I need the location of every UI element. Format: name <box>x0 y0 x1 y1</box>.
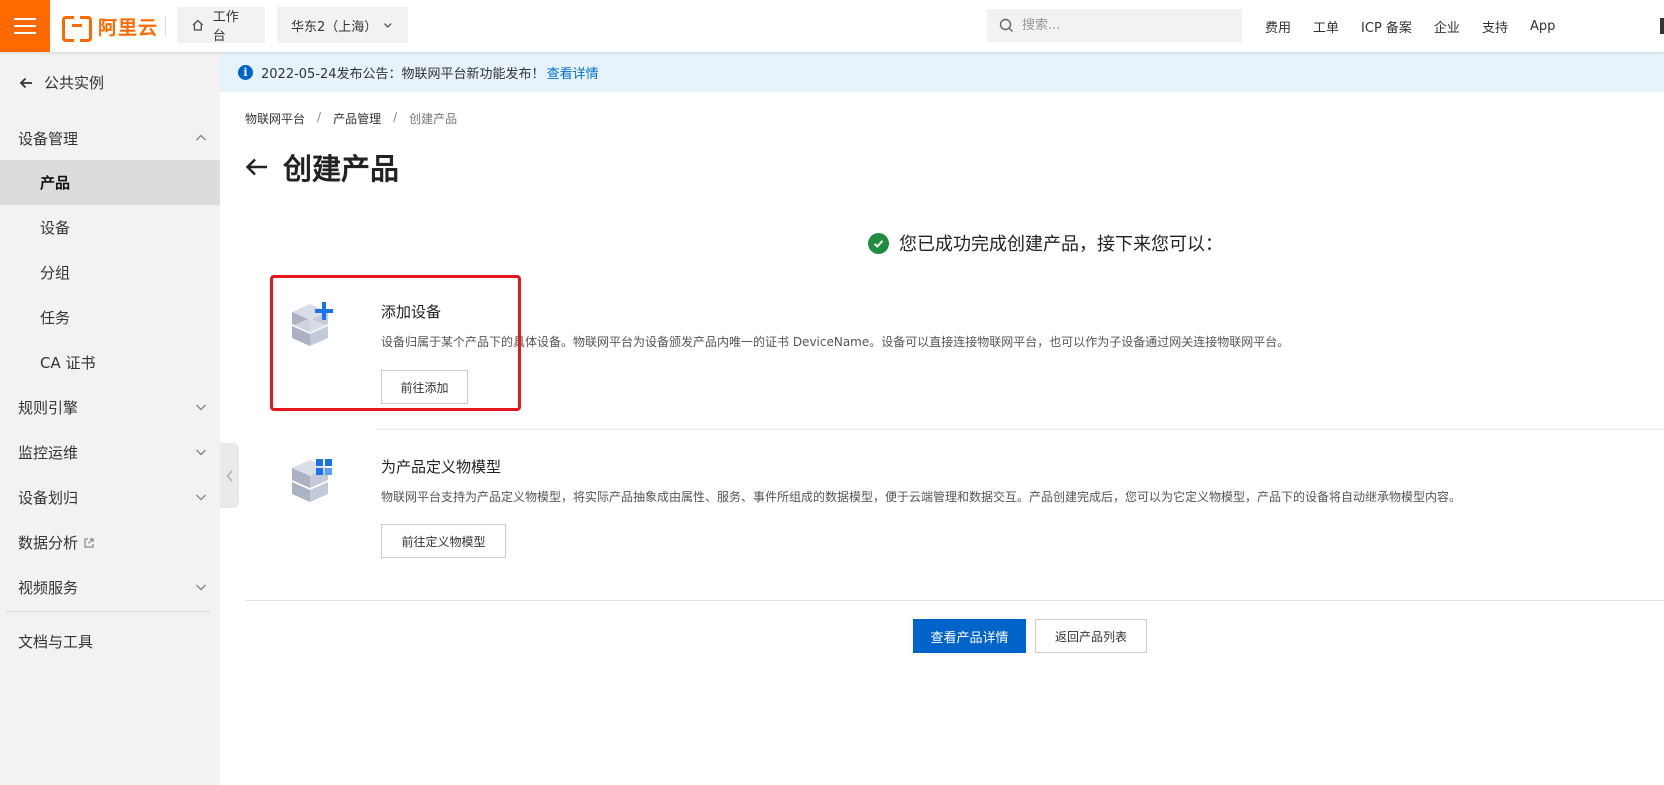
chevron-left-icon <box>226 470 233 481</box>
sidebar-item-label: 分组 <box>40 264 71 282</box>
card-divider <box>376 429 1664 430</box>
sidebar-item-label: CA 证书 <box>40 354 96 372</box>
top-bar: 阿里云 工作台 华东2（上海） 费用 工单 ICP 备案 企业 支持 App <box>0 0 1664 52</box>
search-input[interactable] <box>1022 18 1222 33</box>
sidebar-item-label: 任务 <box>40 309 71 327</box>
chevron-down-icon <box>196 404 206 411</box>
region-label: 华东2（上海） <box>291 19 378 35</box>
search-box[interactable] <box>987 9 1242 42</box>
workbench-button[interactable]: 工作台 <box>177 7 265 44</box>
divider <box>165 16 166 36</box>
sidebar-item-tasks[interactable]: 任务 <box>0 295 220 340</box>
page-title: 创建产品 <box>283 152 400 186</box>
sidebar-item-label: 监控运维 <box>18 444 79 462</box>
sidebar: 公共实例 设备管理 产品 设备 分组 任务 CA 证书 规则引擎 监控运维 设备… <box>0 52 220 785</box>
back-label: 公共实例 <box>44 74 105 92</box>
sidebar-collapse-handle[interactable] <box>220 443 239 508</box>
sidebar-item-devices[interactable]: 设备 <box>0 205 220 250</box>
sidebar-item-label: 视频服务 <box>18 579 79 597</box>
back-to-product-list-button[interactable]: 返回产品列表 <box>1035 619 1147 653</box>
top-nav: 费用 工单 ICP 备案 企业 支持 App <box>1265 0 1555 52</box>
card-thing-model-title: 为产品定义物模型 <box>381 458 502 476</box>
search-icon <box>999 18 1013 32</box>
sidebar-item-groups[interactable]: 分组 <box>0 250 220 295</box>
nav-app[interactable]: App <box>1530 19 1555 34</box>
sidebar-item-label: 规则引擎 <box>18 399 79 417</box>
aliyun-logo-icon <box>62 16 92 42</box>
hamburger-menu-icon[interactable] <box>0 0 50 52</box>
breadcrumb-separator: / <box>393 110 398 124</box>
sidebar-item-label: 产品 <box>40 174 71 192</box>
external-link-icon <box>84 537 94 548</box>
announcement-text: 2022-05-24发布公告：物联网平台新功能发布！ <box>261 66 545 82</box>
sidebar-item-label: 数据分析 <box>18 534 79 552</box>
breadcrumb: 物联网平台 / 产品管理 / 创建产品 <box>245 110 457 127</box>
footer-divider <box>245 600 1664 601</box>
sidebar-item-label: 设备管理 <box>18 130 79 148</box>
nav-support[interactable]: 支持 <box>1482 17 1508 36</box>
sidebar-item-label: 文档与工具 <box>18 633 94 651</box>
success-message: 您已成功完成创建产品，接下来您可以： <box>868 230 1223 256</box>
sidebar-item-monitoring[interactable]: 监控运维 <box>0 430 220 475</box>
breadcrumb-current: 创建产品 <box>409 112 458 126</box>
sidebar-item-data-analysis[interactable]: 数据分析 <box>0 520 220 565</box>
sidebar-item-label: 设备划归 <box>18 489 79 507</box>
region-selector[interactable]: 华东2（上海） <box>277 7 408 43</box>
workbench-label: 工作台 <box>212 10 239 44</box>
info-icon: i <box>238 64 253 80</box>
highlight-annotation-box <box>270 275 521 411</box>
success-text: 您已成功完成创建产品，接下来您可以： <box>899 234 1223 255</box>
thing-model-cube-icon <box>292 459 332 502</box>
sidebar-item-docs-tools[interactable]: 文档与工具 <box>0 619 220 664</box>
sidebar-divider <box>6 611 210 612</box>
chevron-down-icon <box>196 584 206 591</box>
go-define-thing-model-button[interactable]: 前往定义物模型 <box>381 524 506 558</box>
home-icon <box>192 19 204 31</box>
check-circle-icon <box>868 232 889 254</box>
announcement-details-link[interactable]: 查看详情 <box>547 63 599 82</box>
breadcrumb-separator: / <box>317 110 322 124</box>
page-header: 创建产品 <box>245 146 399 188</box>
chevron-down-icon <box>384 23 393 28</box>
nav-icp[interactable]: ICP 备案 <box>1361 17 1412 36</box>
brand-name: 阿里云 <box>98 16 159 39</box>
sidebar-item-device-management[interactable]: 设备管理 <box>0 116 220 161</box>
sidebar-item-label: 设备 <box>40 219 71 237</box>
nav-fees[interactable]: 费用 <box>1265 17 1291 36</box>
sidebar-item-products[interactable]: 产品 <box>0 160 220 205</box>
overflow-edge <box>1660 18 1664 34</box>
sidebar-item-video-service[interactable]: 视频服务 <box>0 565 220 610</box>
chevron-down-icon <box>196 494 206 501</box>
back-arrow-icon[interactable] <box>245 156 269 178</box>
chevron-down-icon <box>196 449 206 456</box>
sidebar-item-device-assignment[interactable]: 设备划归 <box>0 475 220 520</box>
breadcrumb-product-management[interactable]: 产品管理 <box>333 110 381 127</box>
sidebar-item-rule-engine[interactable]: 规则引擎 <box>0 385 220 430</box>
sidebar-item-ca-cert[interactable]: CA 证书 <box>0 340 220 385</box>
aliyun-logo[interactable]: 阿里云 <box>62 13 159 42</box>
back-to-instances[interactable]: 公共实例 <box>18 72 104 93</box>
breadcrumb-iot-platform[interactable]: 物联网平台 <box>245 110 305 127</box>
arrow-left-icon <box>19 77 32 88</box>
chevron-up-icon <box>196 134 206 141</box>
card-thing-model-description: 物联网平台支持为产品定义物模型，将实际产品抽象成由属性、服务、事件所组成的数据模… <box>381 490 1462 504</box>
announcement-bar: i 2022-05-24发布公告：物联网平台新功能发布！ 查看详情 <box>220 52 1664 92</box>
nav-tickets[interactable]: 工单 <box>1313 17 1339 36</box>
nav-enterprise[interactable]: 企业 <box>1434 17 1460 36</box>
view-product-details-button[interactable]: 查看产品详情 <box>913 619 1026 653</box>
